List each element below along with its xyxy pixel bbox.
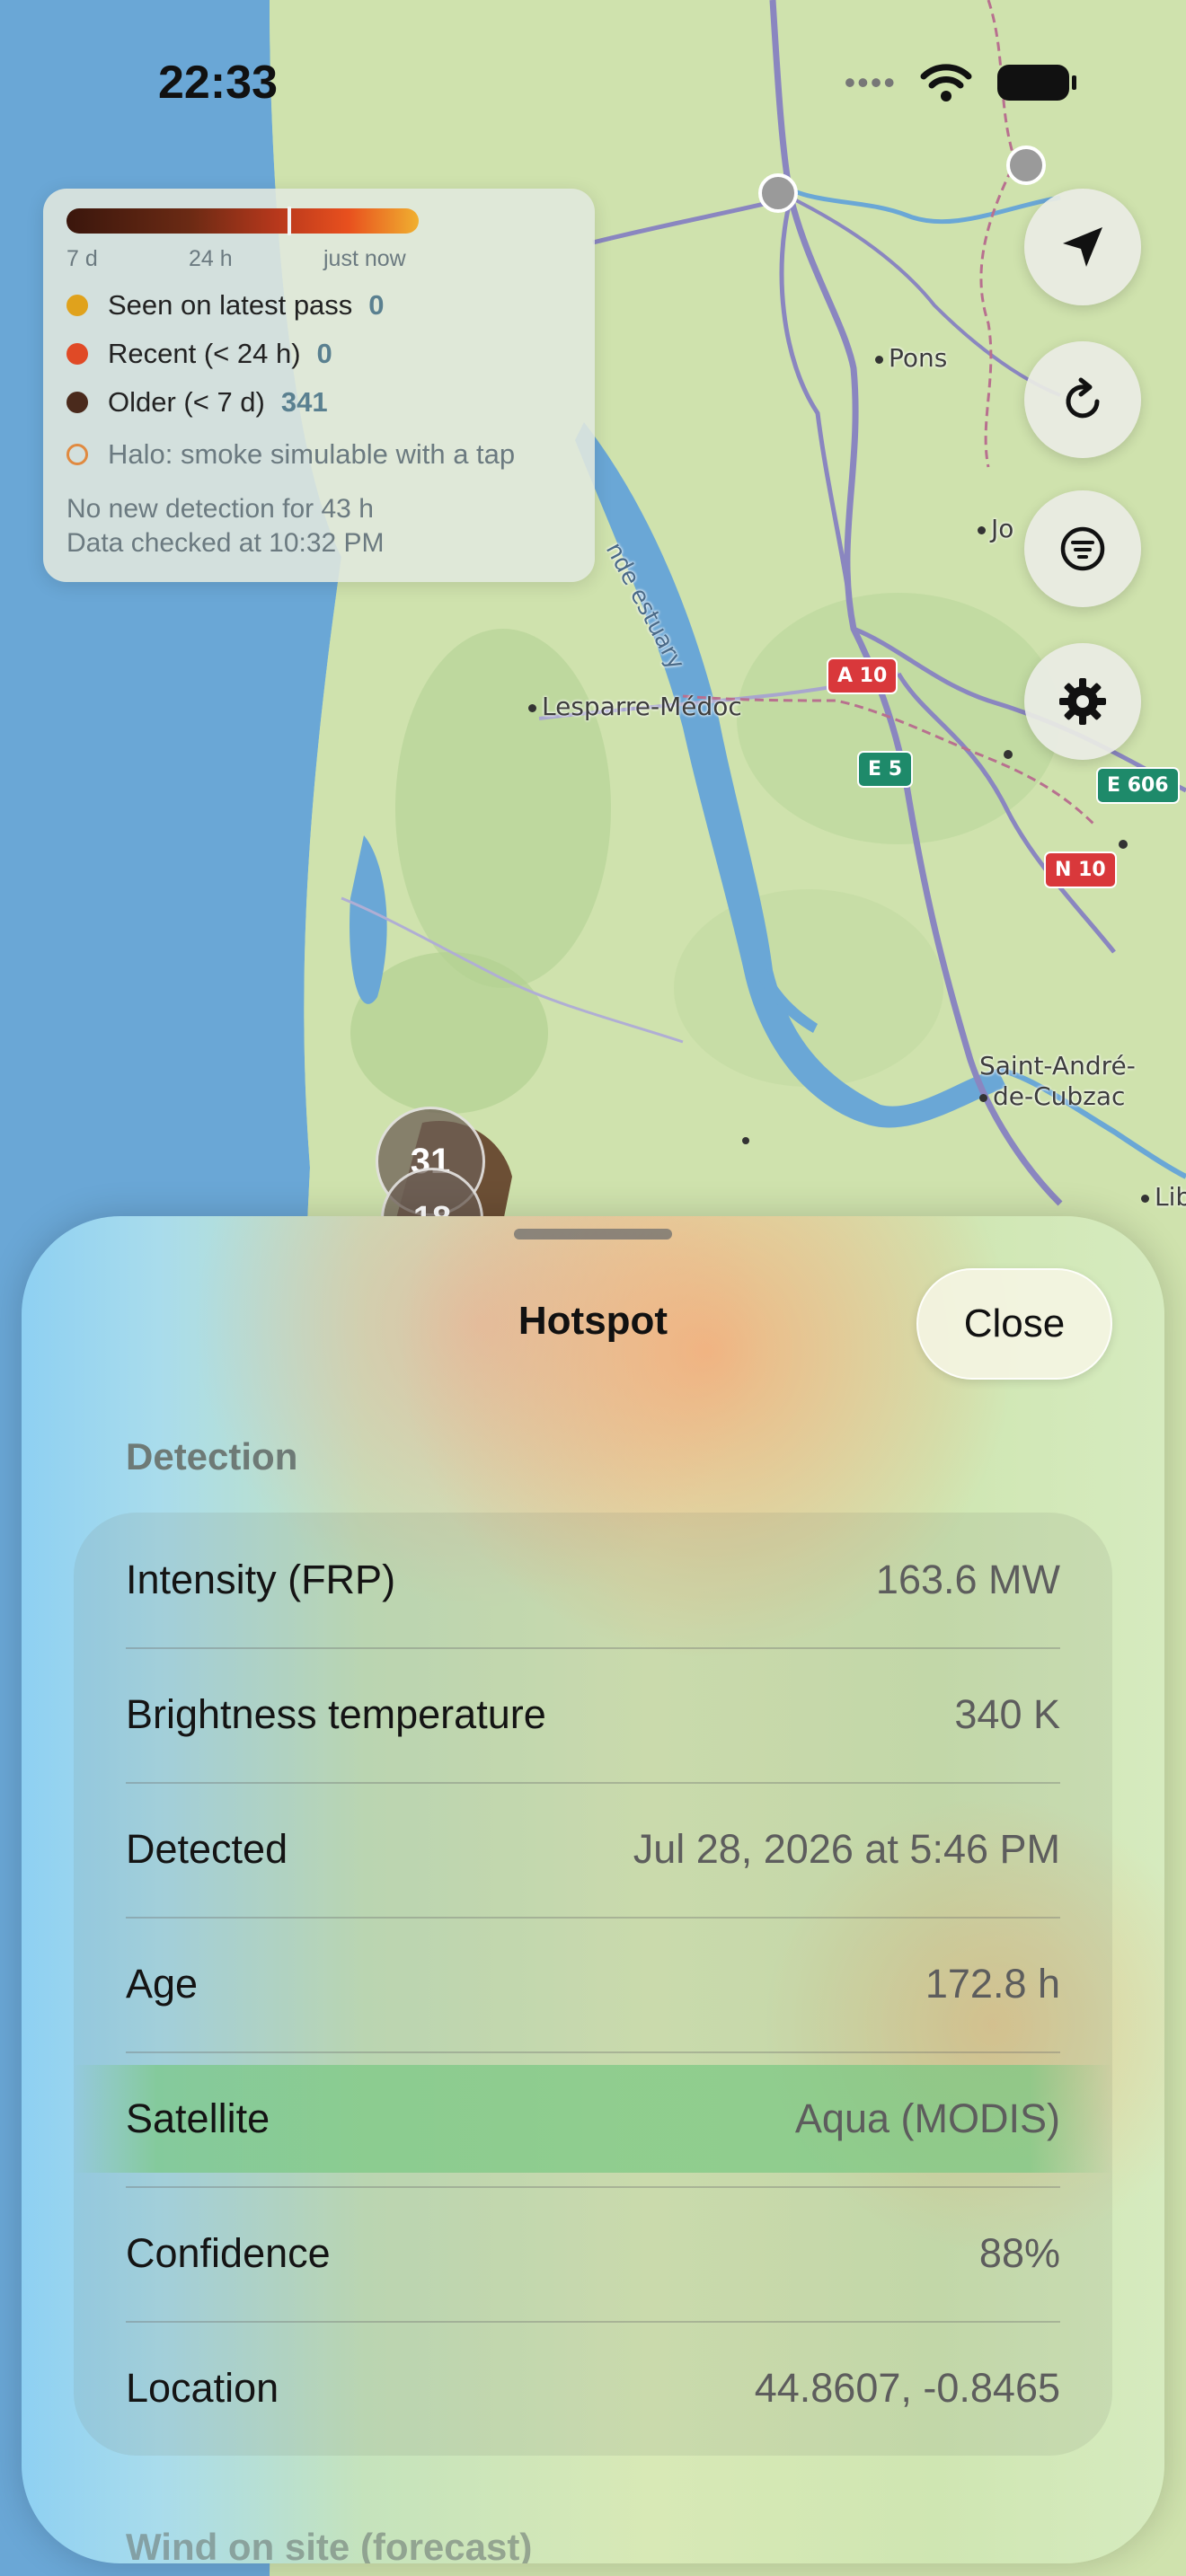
detail-row-location: Location 44.8607, -0.8465	[126, 2321, 1060, 2456]
section-header-wind: Wind on site (forecast)	[126, 2526, 533, 2563]
legend-count: 341	[280, 386, 328, 418]
detail-row-confidence: Confidence 88%	[126, 2186, 1060, 2321]
row-value: Jul 28, 2026 at 5:46 PM	[633, 1826, 1060, 1872]
settings-button[interactable]	[1024, 643, 1141, 760]
road-badge: E 5	[857, 751, 913, 788]
scale-label-7d: 7 d	[66, 246, 98, 271]
detail-row-intensity: Intensity (FRP) 163.6 MW	[126, 1513, 1060, 1647]
row-label: Confidence	[126, 2230, 331, 2276]
row-label: Intensity (FRP)	[126, 1557, 396, 1602]
legend-row-older: Older (< 7 d) 341	[66, 386, 328, 419]
row-value: 163.6 MW	[875, 1557, 1060, 1602]
section-header-detection: Detection	[126, 1435, 298, 1478]
place-label: Saint-André-de-Cubzac	[979, 1051, 1136, 1111]
place-label: Lesparre-Médoc	[528, 692, 742, 721]
row-label: Satellite	[126, 2095, 270, 2141]
row-value: 88%	[978, 2230, 1060, 2276]
road-badge: N 10	[1044, 851, 1117, 888]
place-dot-icon	[875, 355, 883, 364]
place-dot-icon	[1141, 1194, 1149, 1203]
place-dot-icon	[528, 703, 536, 712]
age-gradient-bar	[66, 208, 419, 234]
detail-row-brightness: Brightness temperature 340 K	[126, 1647, 1060, 1782]
legend-row-halo: Halo: smoke simulable with a tap	[66, 438, 515, 471]
legend-label: Halo: smoke simulable with a tap	[108, 438, 516, 470]
scale-label-now: just now	[323, 246, 406, 271]
hotspot-sheet: Hotspot Close Detection Intensity (FRP) …	[22, 1216, 1164, 2563]
row-label: Detected	[126, 1826, 288, 1872]
legend-label: Recent (< 24 h)	[108, 338, 301, 369]
legend-label: Seen on latest pass	[108, 289, 353, 321]
place-label: Jo	[978, 514, 1013, 543]
gear-icon	[1059, 678, 1106, 725]
filter-icon	[1060, 526, 1105, 571]
place-label: Lib	[1141, 1182, 1186, 1212]
place-dot-icon	[978, 525, 986, 534]
legend-count: 0	[316, 338, 332, 369]
detail-row-satellite: Satellite Aqua (MODIS)	[126, 2051, 1060, 2186]
row-label: Brightness temperature	[126, 1691, 546, 1737]
detection-group: Intensity (FRP) 163.6 MW Brightness temp…	[74, 1513, 1112, 2456]
detail-row-age: Age 172.8 h	[126, 1917, 1060, 2051]
road-badge: A 10	[827, 657, 898, 694]
status-bar: 22:33 ••••	[0, 0, 1186, 171]
legend-label: Older (< 7 d)	[108, 386, 265, 418]
refresh-button[interactable]	[1024, 341, 1141, 458]
legend-row-latest: Seen on latest pass 0	[66, 289, 385, 322]
legend-note-checked: Data checked at 10:32 PM	[66, 528, 385, 558]
location-arrow-icon	[1063, 227, 1102, 267]
legend-panel: 7 d 24 h just now Seen on latest pass 0 …	[43, 189, 595, 582]
legend-note-detection: No new detection for 43 h	[66, 494, 374, 524]
battery-icon	[997, 65, 1076, 101]
recent-swatch-icon	[66, 343, 88, 365]
place-dot-icon	[979, 1093, 987, 1102]
legend-row-recent: Recent (< 24 h) 0	[66, 338, 332, 370]
signal-dots-icon: ••••	[844, 64, 897, 101]
latest-swatch-icon	[66, 295, 88, 316]
status-icons: ••••	[845, 63, 1078, 102]
refresh-icon	[1066, 377, 1100, 419]
filter-button[interactable]	[1024, 490, 1141, 607]
sheet-grabber[interactable]	[514, 1229, 672, 1239]
row-value: 44.8607, -0.8465	[754, 2365, 1060, 2411]
close-button[interactable]: Close	[916, 1268, 1112, 1380]
row-label: Age	[126, 1961, 199, 2007]
row-value: 172.8 h	[925, 1961, 1060, 2007]
scale-label-24h: 24 h	[189, 246, 233, 271]
place-label: Pons	[875, 343, 947, 373]
status-time: 22:33	[158, 57, 278, 109]
locate-button[interactable]	[1024, 189, 1141, 305]
row-label: Location	[126, 2365, 279, 2411]
detail-row-detected: Detected Jul 28, 2026 at 5:46 PM	[126, 1782, 1060, 1917]
gradient-marker	[288, 207, 291, 235]
older-swatch-icon	[66, 392, 88, 413]
halo-ring-icon	[66, 444, 88, 465]
row-value: Aqua (MODIS)	[794, 2095, 1060, 2141]
legend-count: 0	[368, 289, 385, 321]
row-value: 340 K	[954, 1691, 1060, 1737]
wifi-icon	[920, 64, 972, 101]
road-badge: E 606	[1096, 767, 1180, 804]
